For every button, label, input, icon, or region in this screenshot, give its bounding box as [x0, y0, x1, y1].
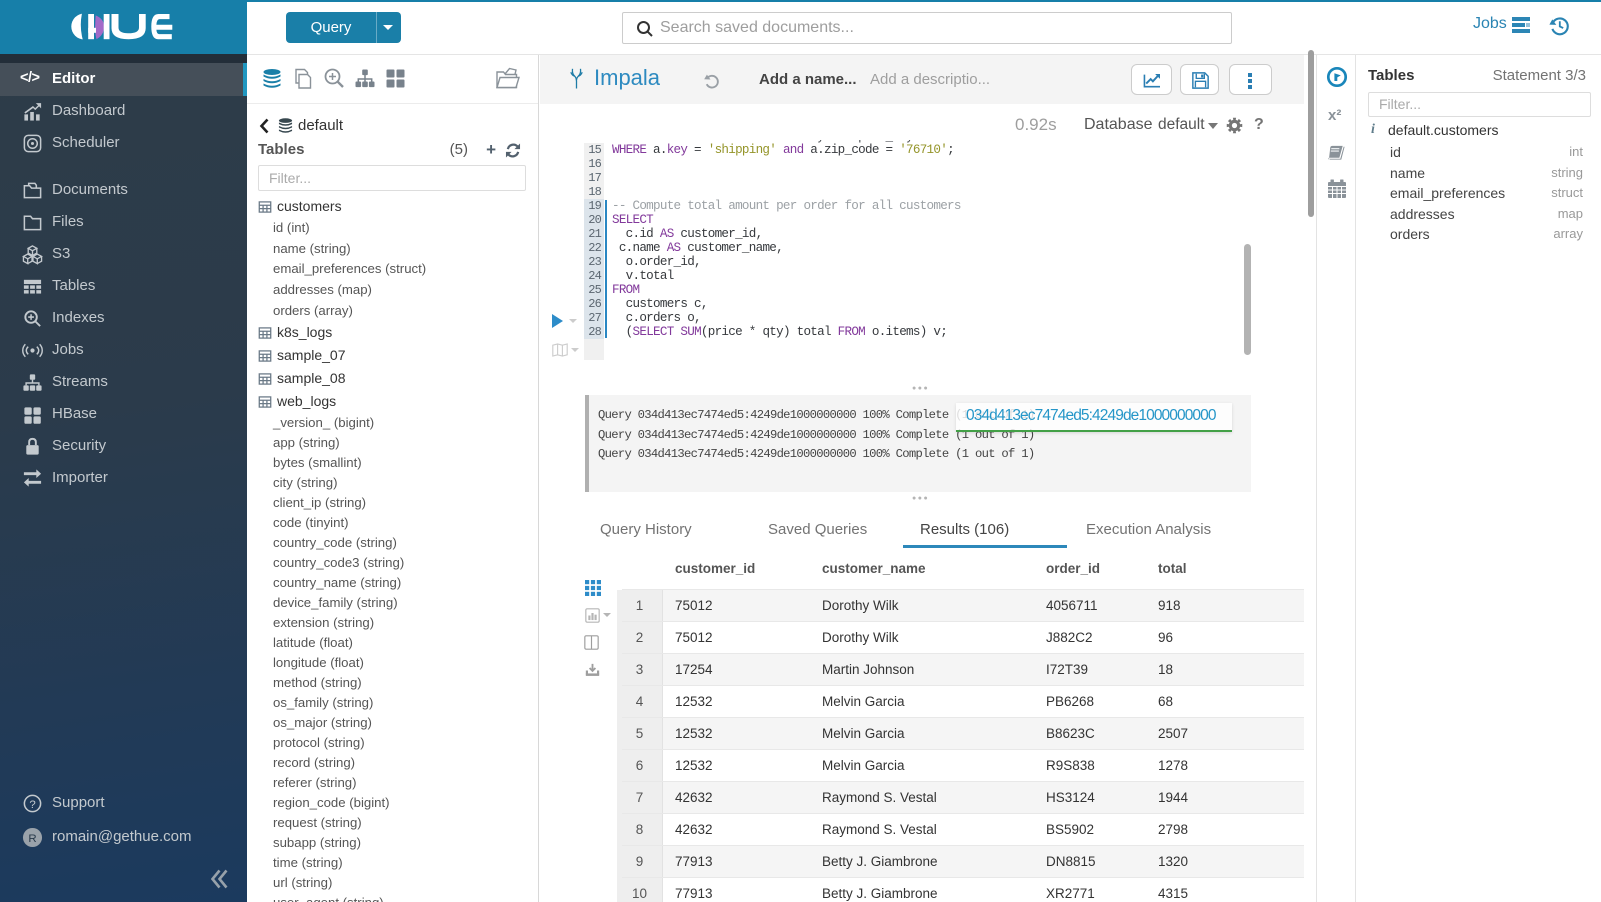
svg-text:R: R: [28, 833, 36, 845]
svg-text:?: ?: [29, 799, 35, 811]
